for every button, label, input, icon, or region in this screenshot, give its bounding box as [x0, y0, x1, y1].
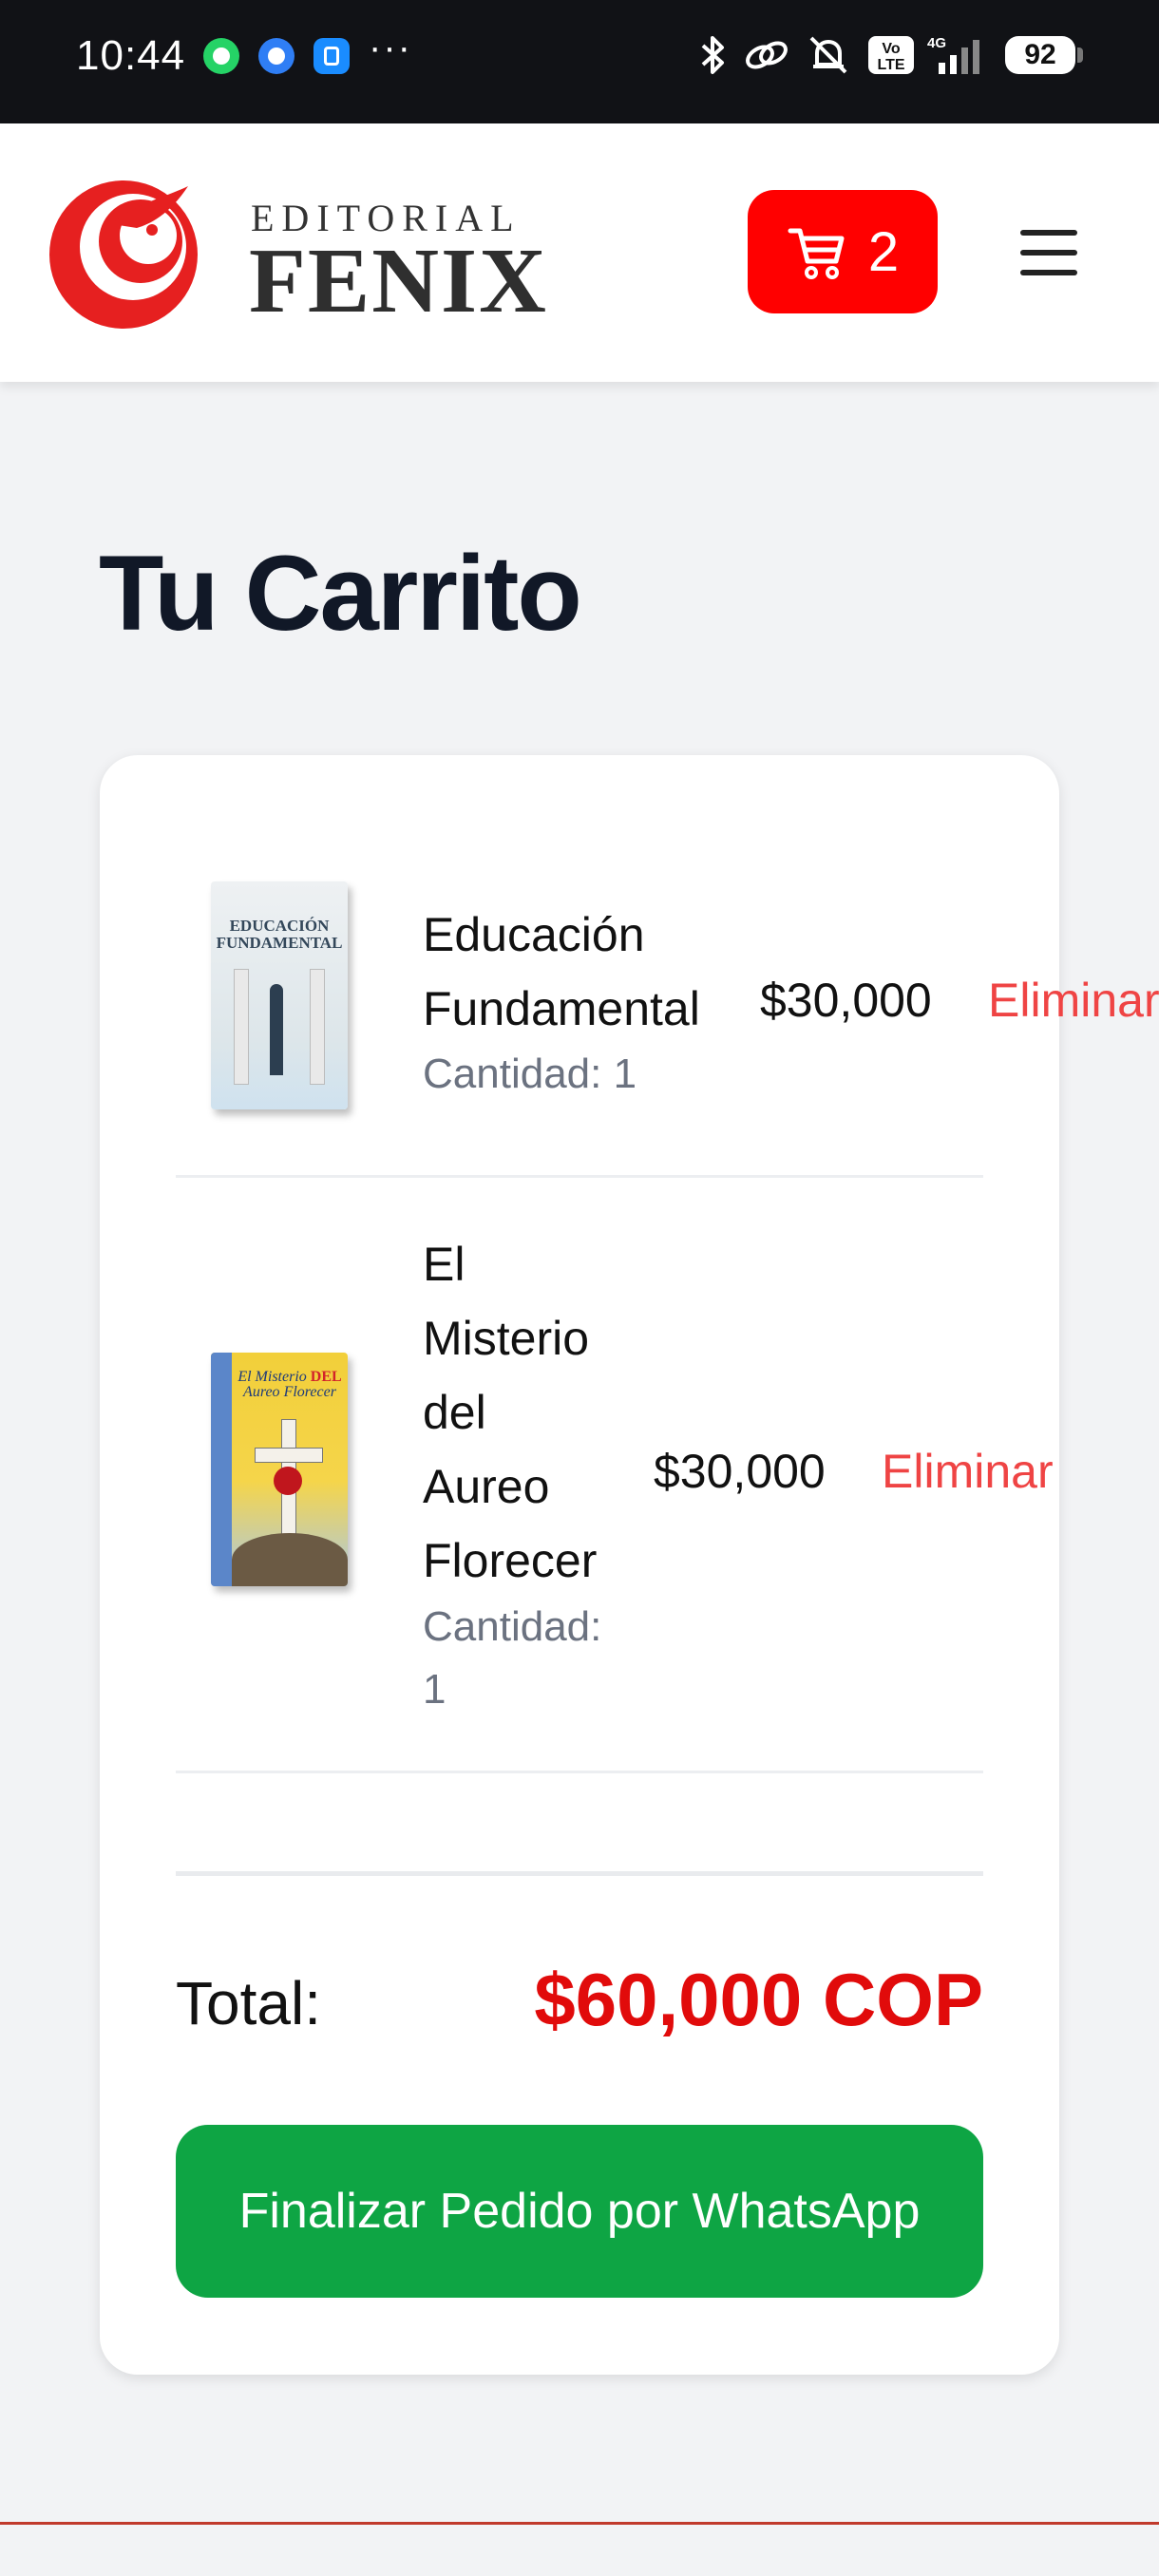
item-title-line: Florecer [423, 1534, 598, 1587]
item-quantity: Cantidad: 1 [423, 1051, 637, 1097]
item-price: $30,000 [760, 974, 932, 1027]
app-notification-icon [314, 38, 350, 74]
messages-notification-icon [258, 38, 294, 74]
status-bar: 10:44 ··· Vo LTE 4G 92 [0, 0, 1159, 123]
footer [0, 2525, 1159, 2576]
cover-title-line: FUNDAMENTAL [216, 934, 343, 952]
menu-icon[interactable] [1020, 230, 1077, 275]
item-quantity-line: Cantidad: [423, 1603, 602, 1650]
cart-count-badge: 2 [867, 220, 900, 283]
svg-text:LTE: LTE [877, 57, 904, 73]
cover-title-word: El [238, 1369, 252, 1385]
svg-text:Vo: Vo [882, 41, 900, 57]
more-notifications-icon: ··· [369, 27, 412, 68]
item-quantity: Cantidad: 1 [423, 1596, 601, 1721]
item-title: Educación Fundamental [423, 898, 700, 1046]
item-divider [176, 1771, 983, 1773]
mute-icon [809, 36, 847, 74]
cover-title-word: Florecer [283, 1384, 336, 1400]
whatsapp-notification-icon [203, 38, 239, 74]
book-cover-misterio[interactable]: El Misterio DEL Aureo Florecer [211, 1353, 348, 1586]
item-title-line: El [423, 1238, 466, 1291]
phoenix-logo-icon[interactable] [46, 167, 207, 336]
item-divider [176, 1175, 983, 1178]
item-quantity-line: 1 [423, 1666, 446, 1713]
battery-indicator: 92 [1005, 36, 1083, 74]
svg-text:4G: 4G [927, 35, 946, 51]
item-title-line: Educación [423, 908, 645, 961]
total-label: Total: [176, 1969, 321, 2037]
cover-title-line: EDUCACIÓN [229, 917, 330, 935]
item-title-line: Misterio [423, 1312, 590, 1365]
item-title: El Misterio del Aureo Florecer [423, 1227, 597, 1598]
remove-item-button[interactable]: Eliminar [988, 973, 1159, 1028]
site-header: EDITORIAL FENIX 2 [0, 123, 1159, 382]
logo-text-fenix: FENIX [249, 230, 548, 332]
signal-icon: 4G [927, 35, 979, 74]
cover-title-word: Aureo [243, 1384, 280, 1400]
cart-icon [788, 228, 845, 279]
status-time: 10:44 [76, 32, 186, 79]
item-price: $30,000 [654, 1445, 826, 1498]
item-title-line: Aureo [423, 1460, 550, 1513]
item-title-line: del [423, 1386, 486, 1439]
page-title: Tu Carrito [99, 534, 582, 653]
total-divider [176, 1871, 983, 1876]
total-amount: $60,000 COP [534, 1958, 983, 2041]
cover-title-word: DEL [310, 1369, 342, 1385]
volte-icon: Vo LTE [868, 36, 914, 74]
cart-button[interactable]: 2 [748, 190, 938, 313]
whatsapp-checkout-button[interactable]: Finalizar Pedido por WhatsApp [176, 2125, 983, 2298]
link-icon [746, 41, 788, 69]
item-title-line: Fundamental [423, 982, 700, 1035]
book-cover-educacion[interactable]: EDUCACIÓN FUNDAMENTAL [211, 881, 348, 1109]
cover-title-word: Misterio [255, 1369, 307, 1385]
remove-item-button[interactable]: Eliminar [882, 1444, 1054, 1499]
bluetooth-icon [701, 36, 724, 74]
